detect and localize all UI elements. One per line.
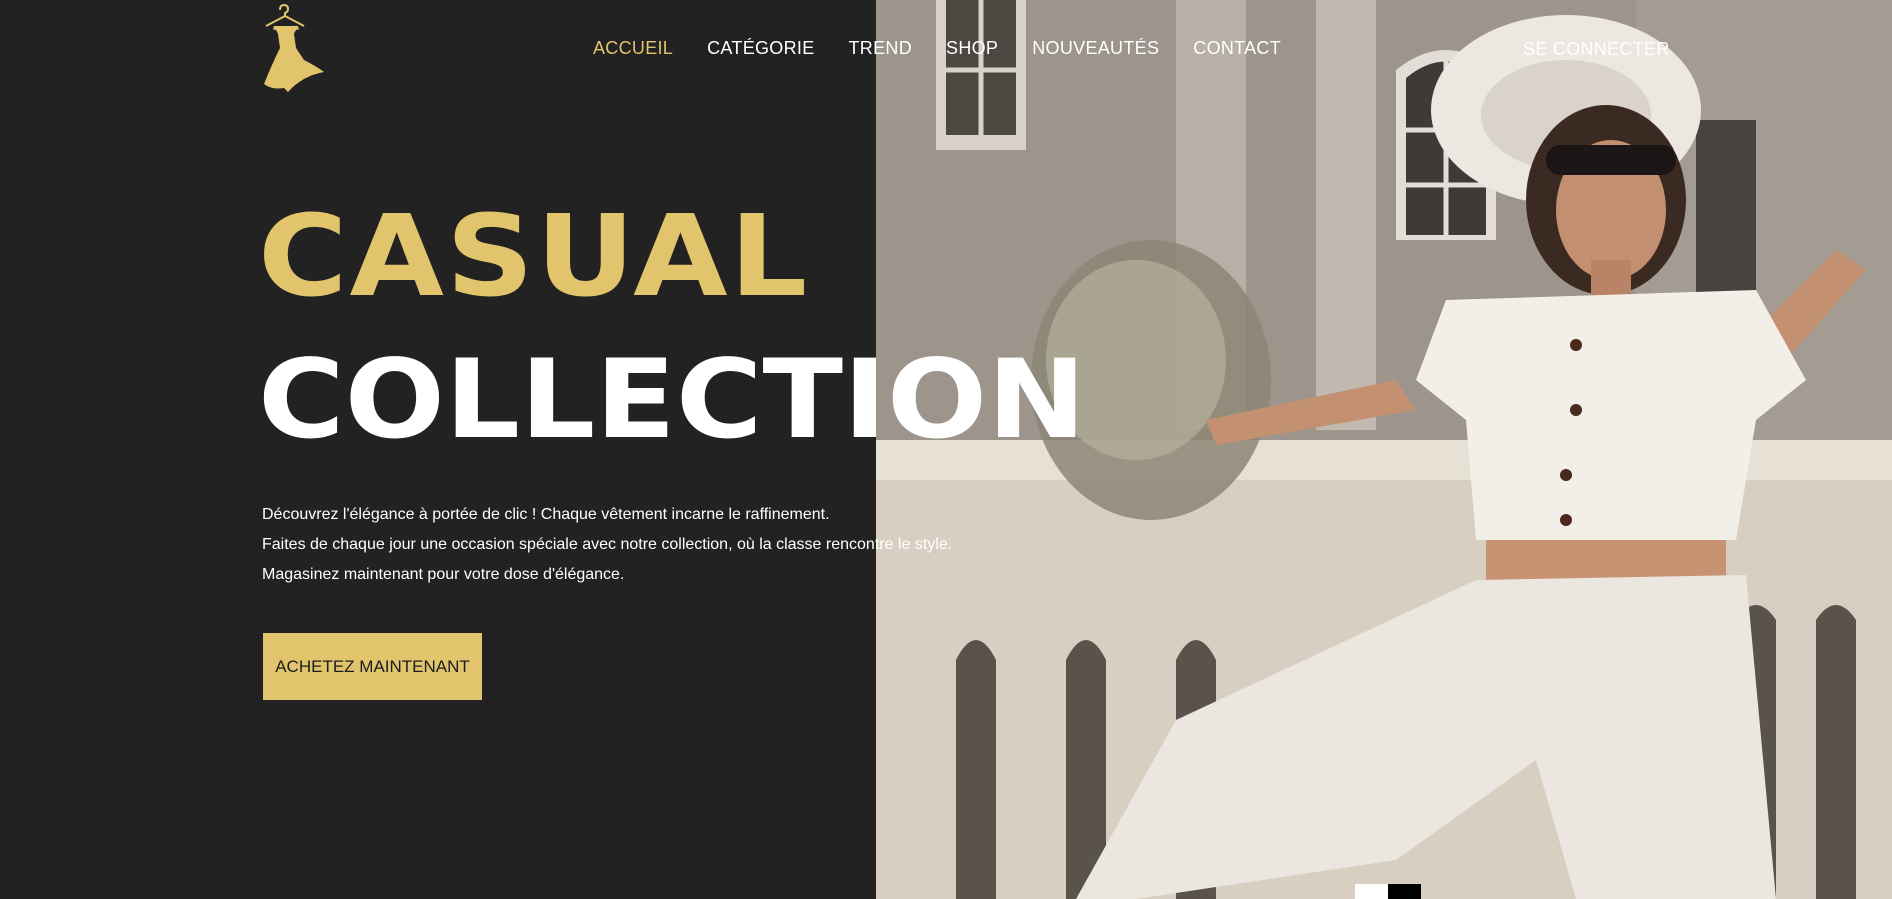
nav-item-trend[interactable]: TREND — [849, 38, 913, 59]
slider-dot[interactable] — [1388, 884, 1421, 899]
nav-item-accueil[interactable]: ACCUEIL — [593, 38, 673, 59]
slider-dot-active[interactable] — [1355, 884, 1388, 899]
hero-description-line: Magasinez maintenant pour votre dose d'é… — [262, 566, 625, 583]
hero-description-line: Faites de chaque jour une occasion spéci… — [262, 536, 953, 553]
brand-logo[interactable] — [258, 3, 330, 94]
nav-item-nouveautes[interactable]: NOUVEAUTÉS — [1032, 38, 1159, 59]
nav-item-shop[interactable]: SHOP — [946, 38, 998, 59]
main-nav: ACCUEIL CATÉGORIE TREND SHOP NOUVEAUTÉS … — [593, 38, 1315, 59]
nav-item-contact[interactable]: CONTACT — [1193, 38, 1281, 59]
nav-item-categorie[interactable]: CATÉGORIE — [707, 38, 814, 59]
dress-hanger-icon — [264, 3, 324, 92]
hero-title-line-2: COLLECTION — [258, 335, 1086, 463]
hero-description-line: Découvrez l'élégance à portée de clic ! … — [262, 506, 830, 523]
login-link[interactable]: SE CONNECTER — [1523, 39, 1670, 60]
hero-description: Découvrez l'élégance à portée de clic ! … — [262, 500, 1022, 590]
slider-pagination — [1355, 884, 1421, 899]
hero-title-line-1: CASUAL — [258, 190, 810, 322]
shop-now-button[interactable]: ACHETEZ MAINTENANT — [263, 633, 482, 700]
